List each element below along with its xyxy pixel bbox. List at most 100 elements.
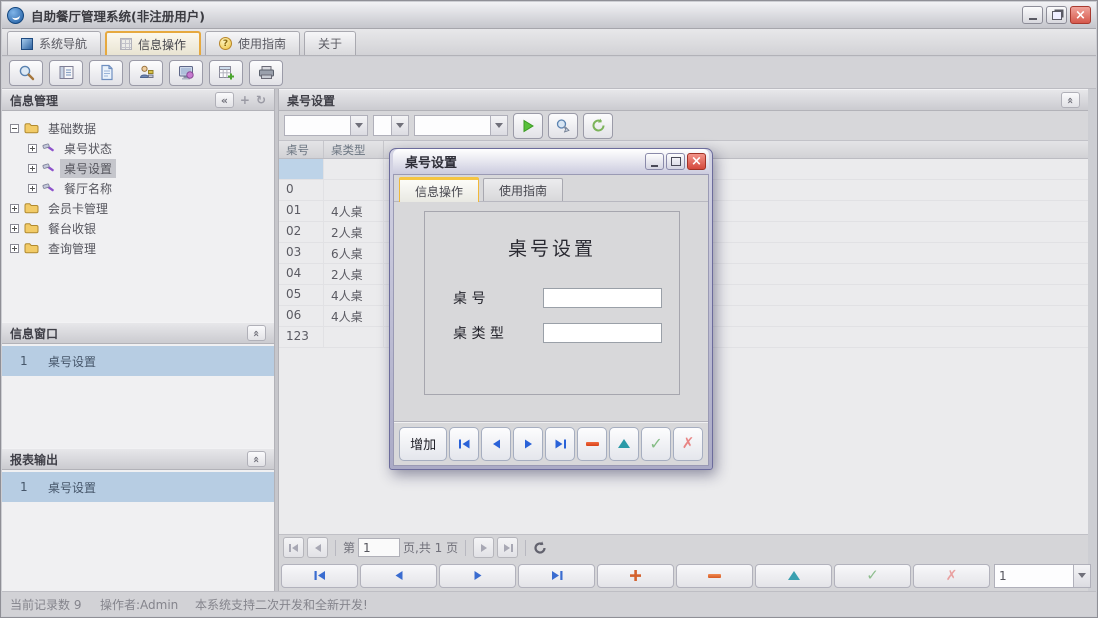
dialog-last-button[interactable]	[545, 427, 575, 461]
next-page-button[interactable]	[473, 537, 494, 558]
tree-item-label: 桌号设置	[60, 159, 116, 178]
printer-button[interactable]	[249, 60, 283, 86]
prev-page-button[interactable]	[307, 537, 328, 558]
expand-toggle-icon[interactable]	[28, 144, 37, 153]
dialog-minimize-button[interactable]	[645, 153, 664, 170]
monitor-button[interactable]	[169, 60, 203, 86]
collapse-panel-button[interactable]: «	[1061, 92, 1080, 108]
tree-item-restaurant-name[interactable]: 餐厅名称	[2, 178, 274, 198]
tree-item-table-setting[interactable]: 桌号设置	[2, 158, 274, 178]
cross-icon: ✗	[682, 436, 695, 451]
tab-info-operate[interactable]: 信息操作	[105, 31, 201, 55]
expand-toggle-icon[interactable]	[10, 244, 19, 253]
dialog-form: 桌号设置 桌 号 桌 类 型	[394, 202, 708, 421]
expand-toggle-icon[interactable]	[10, 224, 19, 233]
dialog-edit-button[interactable]	[609, 427, 639, 461]
cancel-record-button[interactable]: ✗	[913, 564, 990, 588]
dialog-close-button[interactable]: ×	[687, 153, 706, 170]
page-label-suffix: 页,共 1 页	[403, 539, 458, 556]
tab-system-nav[interactable]: 系统导航	[7, 31, 101, 55]
table-add-button[interactable]	[209, 60, 243, 86]
table-add-icon	[218, 64, 235, 81]
refresh-icon	[533, 541, 547, 555]
first-page-button[interactable]	[283, 537, 304, 558]
refresh-icon[interactable]: ↻	[256, 94, 266, 106]
dialog-tab-info-operate[interactable]: 信息操作	[399, 177, 479, 202]
folder-icon	[24, 202, 39, 214]
list-item[interactable]: 1 桌号设置	[2, 472, 274, 502]
user-icon	[138, 64, 155, 81]
form-button[interactable]	[49, 60, 83, 86]
tab-user-guide[interactable]: ? 使用指南	[205, 31, 300, 55]
grid-toolbar	[279, 111, 1088, 141]
triangle-up-icon	[618, 439, 630, 448]
restore-button[interactable]	[1046, 6, 1067, 24]
refresh-pager-button[interactable]	[533, 541, 547, 555]
save-record-button[interactable]: ✓	[834, 564, 911, 588]
expand-toggle-icon[interactable]	[28, 164, 37, 173]
list-item-label: 桌号设置	[48, 479, 96, 496]
table-no-field[interactable]	[543, 288, 662, 308]
collapse-toggle-icon[interactable]	[10, 124, 19, 133]
close-button[interactable]: ×	[1070, 6, 1091, 24]
delete-record-button[interactable]	[676, 564, 753, 588]
tree-item-base-data[interactable]: 基础数据	[2, 118, 274, 138]
prev-record-button[interactable]	[360, 564, 437, 588]
tree-item-member-card[interactable]: 会员卡管理	[2, 198, 274, 218]
edit-record-button[interactable]	[755, 564, 832, 588]
dialog-first-button[interactable]	[449, 427, 479, 461]
table-type-field[interactable]	[543, 323, 662, 343]
minimize-button[interactable]	[1022, 6, 1043, 24]
cross-icon: ✗	[946, 569, 958, 583]
dialog-tab-user-guide[interactable]: 使用指南	[483, 178, 563, 201]
list-item[interactable]: 1 桌号设置	[2, 346, 274, 376]
filter-select-1[interactable]	[284, 115, 368, 136]
run-query-button[interactable]	[513, 113, 543, 139]
document-button[interactable]	[89, 60, 123, 86]
tree-item-query[interactable]: 查询管理	[2, 238, 274, 258]
dialog-maximize-button[interactable]	[666, 153, 685, 170]
page-size-select[interactable]: 1	[994, 564, 1091, 588]
refresh-grid-button[interactable]	[583, 113, 613, 139]
form-title: 桌号设置	[439, 234, 665, 261]
dialog-cancel-button[interactable]: ✗	[673, 427, 703, 461]
collapse-sidebar-button[interactable]: «	[215, 92, 234, 108]
tool-icon	[42, 182, 55, 194]
advanced-search-button[interactable]	[548, 113, 578, 139]
chevron-down-icon	[1073, 565, 1090, 587]
tree-item-cashier[interactable]: 餐台收银	[2, 218, 274, 238]
filter-select-3[interactable]	[414, 115, 508, 136]
last-page-button[interactable]	[497, 537, 518, 558]
tab-label: 关于	[318, 35, 342, 52]
next-record-button[interactable]	[439, 564, 516, 588]
expand-toggle-icon[interactable]	[10, 204, 19, 213]
first-record-button[interactable]	[281, 564, 358, 588]
last-record-icon	[550, 570, 564, 581]
check-icon: ✓	[866, 568, 879, 583]
first-record-icon	[458, 439, 471, 449]
tree-item-table-status[interactable]: 桌号状态	[2, 138, 274, 158]
main-panel-header: 桌号设置 «	[279, 89, 1088, 111]
column-header-table-no[interactable]: 桌号	[279, 141, 324, 158]
add-button[interactable]: 增加	[399, 427, 447, 461]
last-record-button[interactable]	[518, 564, 595, 588]
dialog-delete-button[interactable]	[577, 427, 607, 461]
filter-select-2[interactable]	[373, 115, 409, 136]
add-icon[interactable]: +	[240, 94, 250, 106]
app-logo-icon	[7, 7, 24, 24]
add-record-button[interactable]	[597, 564, 674, 588]
dialog-save-button[interactable]: ✓	[641, 427, 671, 461]
tab-about[interactable]: 关于	[304, 31, 356, 55]
dialog-next-button[interactable]	[513, 427, 543, 461]
last-page-icon	[502, 543, 514, 553]
expand-toggle-icon[interactable]	[28, 184, 37, 193]
collapse-panel-button[interactable]: «	[247, 451, 266, 467]
user-settings-button[interactable]	[129, 60, 163, 86]
triangle-up-icon	[788, 571, 800, 580]
main-toolbar	[2, 57, 1096, 89]
dialog-prev-button[interactable]	[481, 427, 511, 461]
page-input[interactable]	[358, 538, 400, 557]
search-button[interactable]	[9, 60, 43, 86]
collapse-panel-button[interactable]: «	[247, 325, 266, 341]
column-header-table-type[interactable]: 桌类型	[324, 141, 384, 158]
